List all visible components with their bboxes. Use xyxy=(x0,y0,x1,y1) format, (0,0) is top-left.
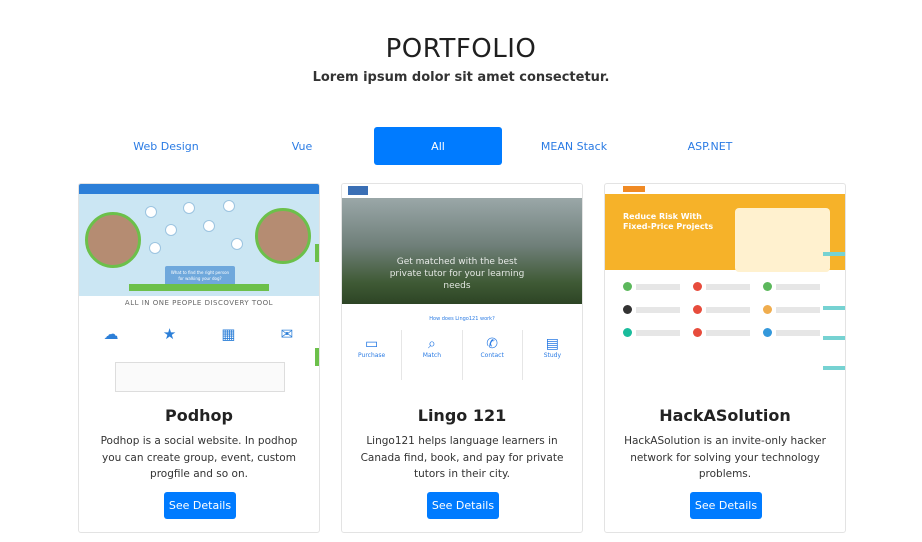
lingo-step-label: Match xyxy=(422,352,442,359)
podhop-thumb-side-tab xyxy=(315,244,319,262)
podhop-thumb-tagline: ALL IN ONE PEOPLE DISCOVERY TOOL xyxy=(124,299,274,307)
feature-icon xyxy=(763,282,772,291)
chat-icon: ✉ xyxy=(280,325,294,343)
bubble-icon xyxy=(231,238,243,250)
book-icon: ▤ xyxy=(545,336,559,352)
lingo-step: ✆ Contact xyxy=(463,330,523,380)
feature-icon xyxy=(763,305,772,314)
lingo-thumb-hero: Get matched with the best private tutor … xyxy=(342,198,582,304)
avatar xyxy=(85,212,141,268)
star-icon: ★ xyxy=(162,325,177,343)
page-title: PORTFOLIO xyxy=(385,34,537,64)
phone-icon: ✆ xyxy=(486,336,498,352)
podhop-thumb-icons: ☁ ★ ▦ ✉ xyxy=(101,326,297,342)
feature-item xyxy=(623,282,693,291)
feature-item xyxy=(693,282,763,291)
feature-icon xyxy=(693,282,702,291)
feature-icon xyxy=(623,328,632,337)
search-icon: ⌕ xyxy=(427,336,436,352)
feature-icon xyxy=(693,305,702,314)
avatar xyxy=(255,208,311,264)
bubble-icon xyxy=(223,200,235,212)
lingo-step-label: Study xyxy=(543,352,562,359)
tab-mean-stack[interactable]: MEAN Stack xyxy=(510,127,638,165)
hack-thumb-hero: Reduce Risk With Fixed-Price Projects xyxy=(605,194,845,272)
project-description: HackASolution is an invite-only hacker n… xyxy=(624,435,826,480)
lingo-thumb-nav xyxy=(342,184,582,198)
lingo-thumb-how: How does Lingo121 work? xyxy=(429,316,495,322)
lingo-step-label: Purchase xyxy=(358,352,386,359)
tab-vue[interactable]: Vue xyxy=(238,127,366,165)
hack-thumb-side-tab xyxy=(823,252,845,256)
project-title: Lingo 121 xyxy=(417,406,507,425)
podhop-thumb-quote xyxy=(115,362,285,392)
lingo-step-label: Contact xyxy=(480,352,504,359)
hack-thumb-features xyxy=(623,282,833,337)
feature-item xyxy=(623,305,693,314)
lingo-thumbnail: Get matched with the best private tutor … xyxy=(342,184,582,392)
tab-all[interactable]: All xyxy=(374,127,502,165)
bubble-icon xyxy=(183,202,195,214)
card-icon: ▭ xyxy=(365,336,379,352)
podhop-thumb-box-text: What to find the right person for walkin… xyxy=(170,270,230,281)
project-card-hackasolution: Reduce Risk With Fixed-Price Projects Ha… xyxy=(604,183,846,533)
podhop-thumb-nav xyxy=(79,184,319,194)
lingo-step: ▤ Study xyxy=(523,330,582,380)
lingo-thumb-steps: ▭ Purchase ⌕ Match ✆ Contact ▤ Study xyxy=(342,330,582,380)
project-card-podhop: What to find the right person for walkin… xyxy=(78,183,320,533)
lingo-thumb-hero-text: Get matched with the best private tutor … xyxy=(389,257,525,291)
hack-thumbnail: Reduce Risk With Fixed-Price Projects xyxy=(605,184,845,392)
podhop-thumb-bar xyxy=(129,284,269,291)
podhop-thumb-side-tab xyxy=(315,348,319,366)
feature-icon xyxy=(623,305,632,314)
feature-icon xyxy=(623,282,632,291)
project-card-lingo121: Get matched with the best private tutor … xyxy=(341,183,583,533)
podhop-thumb-hero: What to find the right person for walkin… xyxy=(79,194,319,296)
cloud-icon: ☁ xyxy=(103,325,119,343)
feature-icon xyxy=(693,328,702,337)
podhop-thumb-box: What to find the right person for walkin… xyxy=(165,266,235,286)
tab-web-design[interactable]: Web Design xyxy=(102,127,230,165)
bubble-icon xyxy=(149,242,161,254)
portfolio-header: PORTFOLIO Lorem ipsum dolor sit amet con… xyxy=(0,34,922,85)
lingo-step: ⌕ Match xyxy=(402,330,463,380)
project-title: HackASolution xyxy=(659,406,791,425)
tab-asp-net[interactable]: ASP.NET xyxy=(646,127,774,165)
lingo-step: ▭ Purchase xyxy=(342,330,403,380)
see-details-button[interactable]: See Details xyxy=(427,492,499,519)
feature-item xyxy=(693,305,763,314)
project-description: Podhop is a social website. In podhop yo… xyxy=(100,435,298,480)
podhop-thumbnail: What to find the right person for walkin… xyxy=(79,184,319,392)
feature-item xyxy=(623,328,693,337)
page-subtitle: Lorem ipsum dolor sit amet consectetur. xyxy=(312,70,610,85)
hack-thumb-side-tab xyxy=(823,306,845,310)
filter-tabs: Web Design Vue All MEAN Stack ASP.NET xyxy=(102,127,822,165)
logo xyxy=(348,186,368,195)
project-title: Podhop xyxy=(164,406,233,425)
bubble-icon xyxy=(203,220,215,232)
hack-thumb-hero-text: Reduce Risk With Fixed-Price Projects xyxy=(623,212,714,231)
feature-icon xyxy=(763,328,772,337)
hack-thumb-side-tab xyxy=(823,336,845,340)
project-description: Lingo121 helps language learners in Cana… xyxy=(360,435,564,480)
hack-thumb-side-tab xyxy=(823,366,845,370)
logo xyxy=(623,186,645,192)
bubble-icon xyxy=(165,224,177,236)
calendar-icon: ▦ xyxy=(221,325,236,343)
hack-thumb-illustration xyxy=(735,208,830,272)
bubble-icon xyxy=(145,206,157,218)
see-details-button[interactable]: See Details xyxy=(164,492,236,519)
feature-item xyxy=(763,282,833,291)
see-details-button[interactable]: See Details xyxy=(690,492,762,519)
feature-item xyxy=(693,328,763,337)
